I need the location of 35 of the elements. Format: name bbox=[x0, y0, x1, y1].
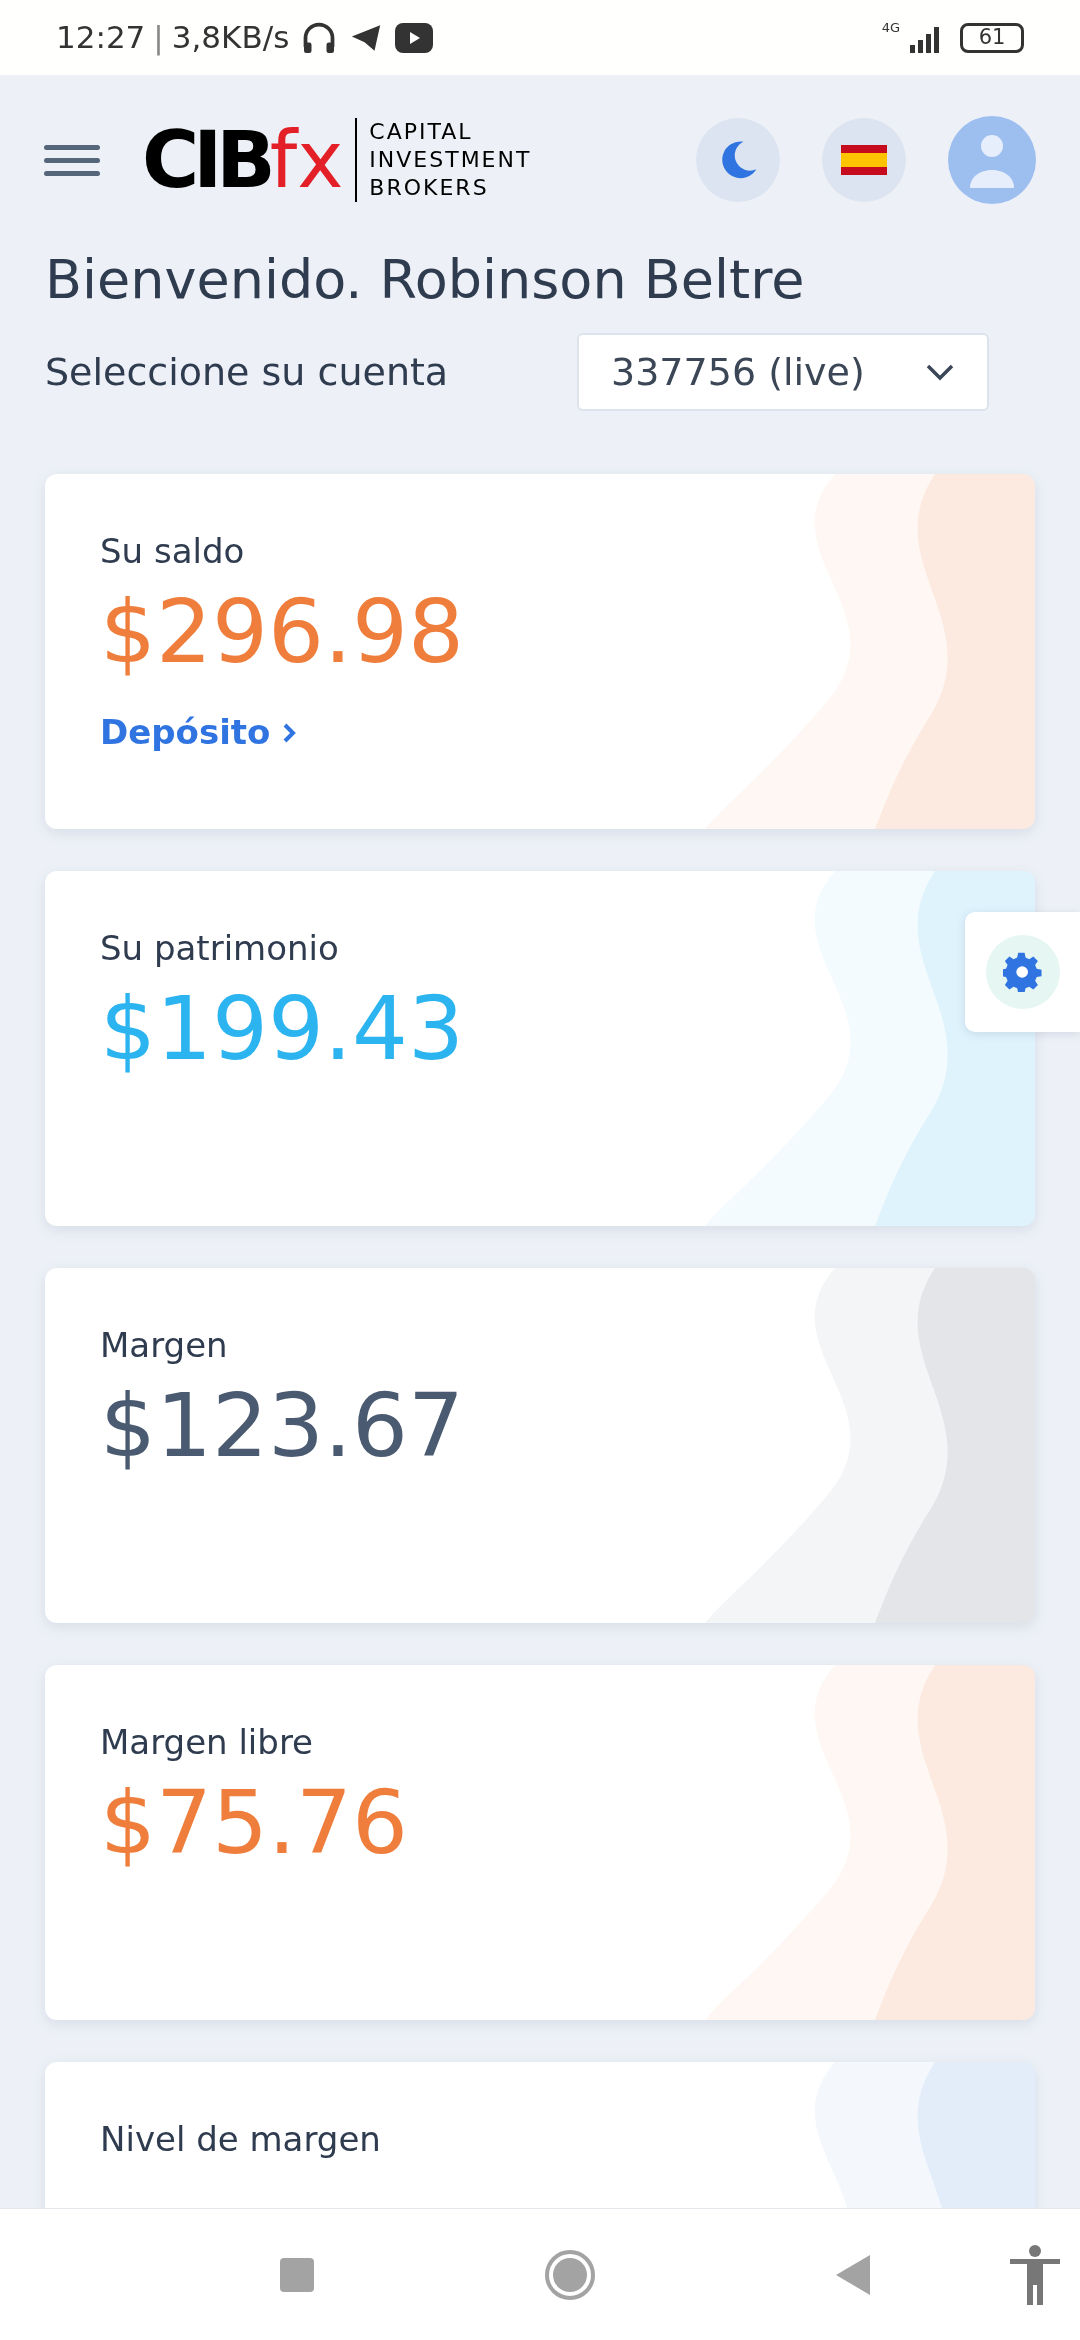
status-time: 12:27 bbox=[56, 18, 146, 58]
card-label: Su saldo bbox=[100, 530, 246, 573]
play-icon bbox=[395, 22, 434, 53]
settings-tab[interactable] bbox=[965, 912, 1080, 1032]
user-icon bbox=[968, 132, 1016, 188]
logo-tagline: CAPITAL bbox=[369, 118, 474, 146]
logo-accent: fx bbox=[269, 121, 344, 199]
card-value: $296.98 bbox=[100, 579, 465, 685]
account-select[interactable]: 337756 (live) bbox=[577, 333, 989, 411]
card-label: Margen bbox=[100, 1324, 229, 1367]
accessibility-icon[interactable] bbox=[1010, 2244, 1060, 2305]
welcome-title: Bienvenido. Robinson Beltre bbox=[45, 247, 806, 313]
card-value: $123.67 bbox=[100, 1373, 465, 1479]
card-value: $199.43 bbox=[100, 976, 465, 1082]
network-type: 4G bbox=[881, 18, 900, 37]
logo-tagline: INVESTMENT bbox=[369, 146, 532, 174]
recents-icon[interactable] bbox=[280, 2257, 314, 2292]
network-speed: 3,8KB/s bbox=[171, 18, 290, 58]
battery-level: 61 bbox=[978, 27, 1006, 48]
settings-icon bbox=[1002, 952, 1043, 992]
logo-tagline: BROKERS bbox=[369, 174, 490, 202]
menu-icon[interactable] bbox=[44, 143, 100, 177]
account-label: Seleccione su cuenta bbox=[45, 348, 450, 396]
card-label: Su patrimonio bbox=[100, 927, 340, 970]
status-separator: | bbox=[153, 18, 164, 58]
card-label: Margen libre bbox=[100, 1721, 315, 1764]
chevron-down-icon bbox=[925, 362, 955, 382]
chevron-right-icon bbox=[282, 721, 297, 744]
flag-icon bbox=[841, 145, 887, 175]
card-label: Nivel de margen bbox=[100, 2118, 382, 2161]
card-value: $75.76 bbox=[100, 1770, 409, 1876]
deposit-link[interactable]: Depósito bbox=[100, 707, 980, 758]
logo-text: CIB bbox=[142, 121, 270, 199]
back-icon[interactable] bbox=[836, 2254, 870, 2295]
home-icon[interactable] bbox=[544, 2248, 596, 2301]
